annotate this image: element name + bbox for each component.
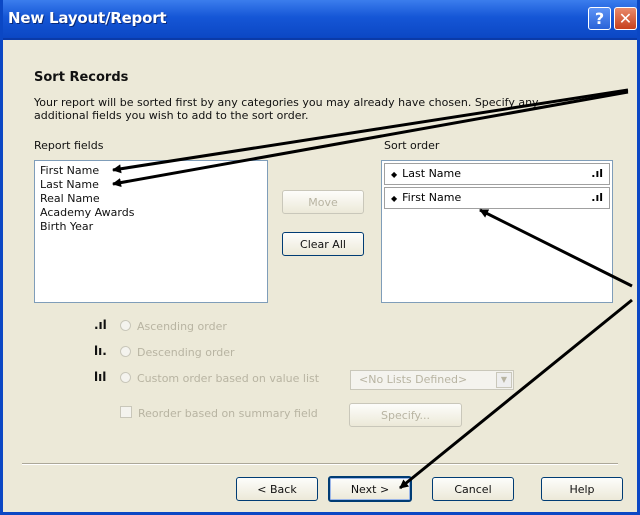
arrow-to-first-name (112, 88, 629, 174)
annotation-arrows (112, 88, 633, 490)
new-layout-report-dialog: New Layout/Report ? ✕ Sort Records Your … (0, 0, 640, 515)
arrow-to-sort-order (479, 208, 633, 288)
arrow-to-last-name (112, 90, 629, 188)
arrow-to-next-button (399, 298, 633, 490)
